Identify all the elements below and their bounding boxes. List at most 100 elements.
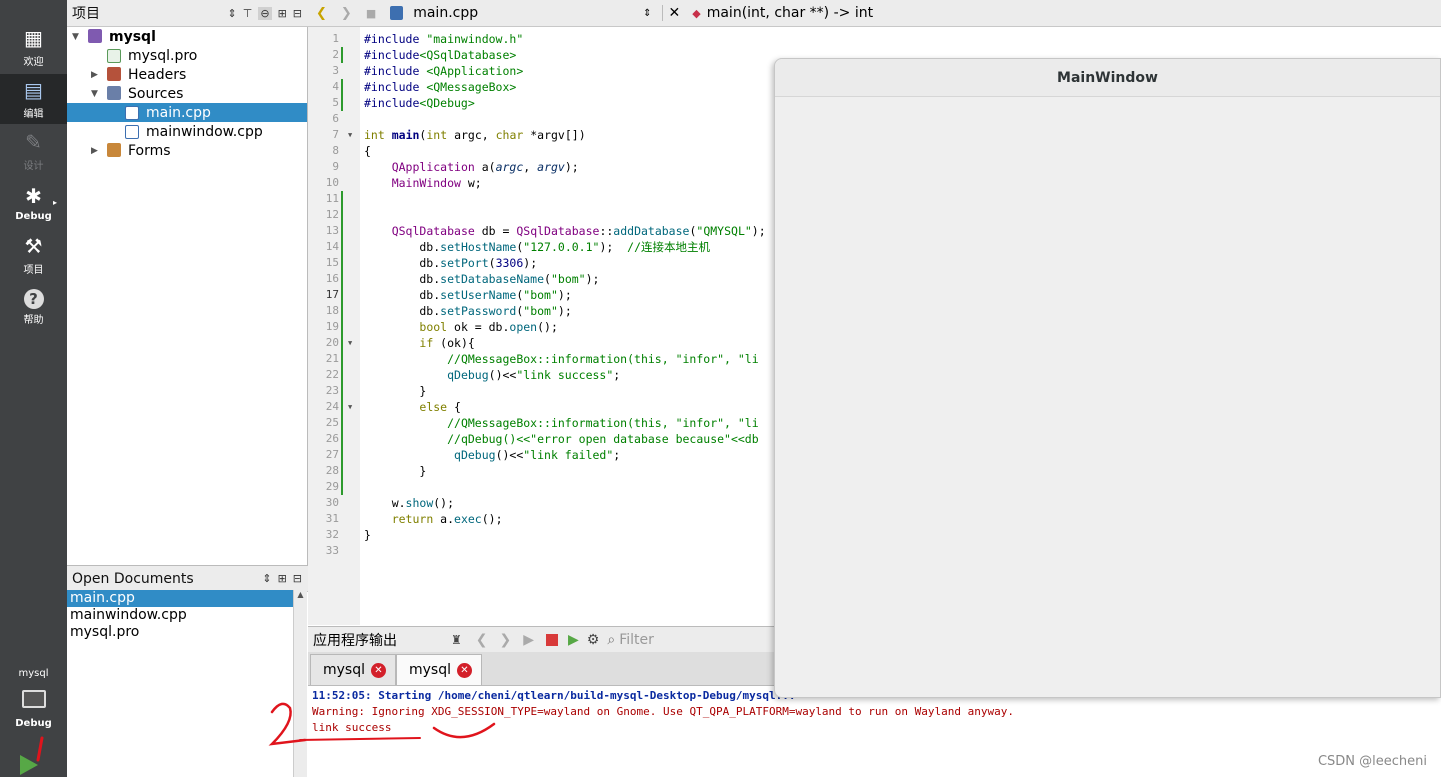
output-pane-header: 应用程序输出 ♜ ❮ ❯ ▶ ▶ ⚙ ⌕ Filter <box>308 626 778 652</box>
tree-item-label: Headers <box>128 66 187 83</box>
line-number-gutter: 1 2 3 4 5 6 7 ▼ 8 9 10 11 12 13 14 15 16 17 18 19 20 ▼ 21 22 23 2… <box>308 27 360 625</box>
file-dropdown-icon[interactable]: ⇕ <box>643 8 651 19</box>
mode-projects[interactable]: ⚒ 项目 <box>0 230 67 280</box>
split-icon[interactable]: ⊞ <box>278 7 287 20</box>
tree-item-headers[interactable]: ▶ Headers <box>67 65 307 84</box>
filter-icon[interactable]: ⊤ <box>243 7 253 20</box>
mode-design[interactable]: ✎ 设计 <box>0 126 67 176</box>
line-number: 4 <box>332 80 339 93</box>
close-file-icon[interactable]: ✕ <box>661 5 680 21</box>
open-documents-header: Open Documents ⇕ ⊞ ⊟ <box>67 565 308 592</box>
mode-help[interactable]: ? 帮助 <box>0 282 67 332</box>
open-doc-item[interactable]: mainwindow.cpp <box>67 607 293 624</box>
output-tab-active[interactable]: mysql ✕ <box>396 654 482 685</box>
expanded-arrow-icon: ▼ <box>72 31 79 42</box>
code-line: #include "mainwindow.h" <box>364 32 524 46</box>
mode-debug[interactable]: ✱ Debug ▸ <box>0 178 67 228</box>
chevron-right-icon: ▸ <box>52 198 57 207</box>
line-number: 30 <box>325 496 339 509</box>
code-line: db.setPassword("bom"); <box>364 304 572 318</box>
line-number: 15 <box>325 256 339 269</box>
line-number: 16 <box>325 272 339 285</box>
stop-icon[interactable] <box>546 633 559 646</box>
forward-icon[interactable]: ❯ <box>341 6 352 21</box>
current-symbol[interactable]: main(int, char **) -> int <box>707 5 873 21</box>
split-icon[interactable]: ⊞ <box>278 572 287 585</box>
filter-search-icon: ⌕ <box>607 631 616 648</box>
fold-marker-icon[interactable]: ▼ <box>348 403 352 411</box>
close-pane-icon[interactable]: ⊟ <box>293 572 302 585</box>
pencil-icon: ✎ <box>25 129 42 154</box>
line-number: 7 <box>332 128 339 141</box>
tree-item-sources[interactable]: ▼ Sources <box>67 84 307 103</box>
close-pane-icon[interactable]: ⊟ <box>293 7 302 20</box>
open-doc-item[interactable]: mysql.pro <box>67 624 293 641</box>
line-number: 33 <box>325 544 339 557</box>
line-number: 11 <box>325 192 339 205</box>
current-file-name[interactable]: main.cpp <box>413 5 478 21</box>
tree-item-forms[interactable]: ▶ Forms <box>67 141 307 160</box>
line-number: 31 <box>325 512 339 525</box>
tree-item-main-cpp[interactable]: main.cpp <box>67 103 307 122</box>
output-line-result: link success <box>312 721 392 734</box>
line-number: 6 <box>332 112 339 125</box>
settings-gear-icon[interactable]: ⚙ <box>587 632 600 648</box>
rerun-icon[interactable]: ▶ <box>523 632 534 648</box>
open-doc-item[interactable]: main.cpp <box>67 590 293 607</box>
run-button[interactable] <box>20 755 38 775</box>
fold-marker-icon[interactable]: ▼ <box>348 339 352 347</box>
line-number: 32 <box>325 528 339 541</box>
tree-item-label: main.cpp <box>146 104 211 121</box>
output-console[interactable]: 11:52:05: Starting /home/cheni/qtlearn/b… <box>308 685 1441 777</box>
sort-arrows-icon[interactable]: ⇕ <box>228 7 237 20</box>
project-icon <box>88 29 102 43</box>
filter-input[interactable]: Filter <box>619 632 654 648</box>
line-number: 21 <box>325 352 339 365</box>
tree-item-label: mainwindow.cpp <box>146 123 263 140</box>
scroll-up-icon[interactable]: ▲ <box>294 590 307 599</box>
code-line: MainWindow w; <box>391 176 482 190</box>
attach-debugger-icon[interactable]: ▶ <box>568 632 579 648</box>
code-line: { <box>364 144 371 158</box>
scrollbar[interactable]: ▲ <box>293 590 307 777</box>
output-line-warning: Warning: Ignoring XDG_SESSION_TYPE=wayla… <box>312 705 1014 718</box>
sort-arrows-icon[interactable]: ⇕ <box>262 572 271 585</box>
code-line: #include <QMessageBox> <box>364 80 517 94</box>
tree-item-pro-file[interactable]: mysql.pro <box>67 46 307 65</box>
close-tab-icon[interactable]: ✕ <box>457 662 472 678</box>
next-icon[interactable]: ❯ <box>500 632 512 648</box>
line-number: 22 <box>325 368 339 381</box>
line-number: 29 <box>325 480 339 493</box>
line-number: 10 <box>325 176 339 189</box>
clean-icon[interactable]: ♜ <box>451 633 462 647</box>
output-tab[interactable]: mysql ✕ <box>310 654 396 685</box>
mode-edit[interactable]: ▤ 编辑 <box>0 74 67 124</box>
code-line: db.setHostName("127.0.0.1"); //连接本地主机 <box>364 240 711 254</box>
document-icon: ▤ <box>24 77 43 102</box>
tree-item-label: mysql <box>109 28 156 45</box>
kit-project-name: mysql <box>18 668 49 679</box>
kit-selector[interactable]: Debug <box>0 686 67 736</box>
qt-creator-window: ▦ 欢迎 ▤ 编辑 ✎ 设计 ✱ Debug ▸ ⚒ 项目 ? 帮助 mysql… <box>0 0 1441 777</box>
fold-marker-icon[interactable]: ▼ <box>348 131 352 139</box>
tree-item-mainwindow-cpp[interactable]: mainwindow.cpp <box>67 122 307 141</box>
mode-welcome[interactable]: ▦ 欢迎 <box>0 22 67 72</box>
tree-item-project[interactable]: ▼ mysql <box>67 27 307 46</box>
line-number: 14 <box>325 240 339 253</box>
mode-label: 编辑 <box>23 108 44 120</box>
main-window[interactable]: MainWindow <box>774 58 1441 698</box>
code-line: if (ok){ <box>419 336 475 350</box>
close-tab-icon[interactable]: ✕ <box>371 662 386 678</box>
line-number: 9 <box>332 160 339 173</box>
code-editor[interactable]: #include "mainwindow.h" #include<QSqlData… <box>360 27 780 625</box>
link-icon[interactable]: ⊖ <box>258 6 272 20</box>
code-line: else { <box>419 400 461 414</box>
back-icon[interactable]: ❮ <box>316 6 327 21</box>
change-marker <box>341 79 343 111</box>
previous-icon[interactable]: ❮ <box>476 632 488 648</box>
line-number: 26 <box>325 432 339 445</box>
cpp-file-icon <box>125 106 139 120</box>
watermark: CSDN @leecheni <box>1317 754 1427 769</box>
pane-title: Open Documents <box>72 570 194 587</box>
bug-icon: ✱ <box>25 183 42 208</box>
